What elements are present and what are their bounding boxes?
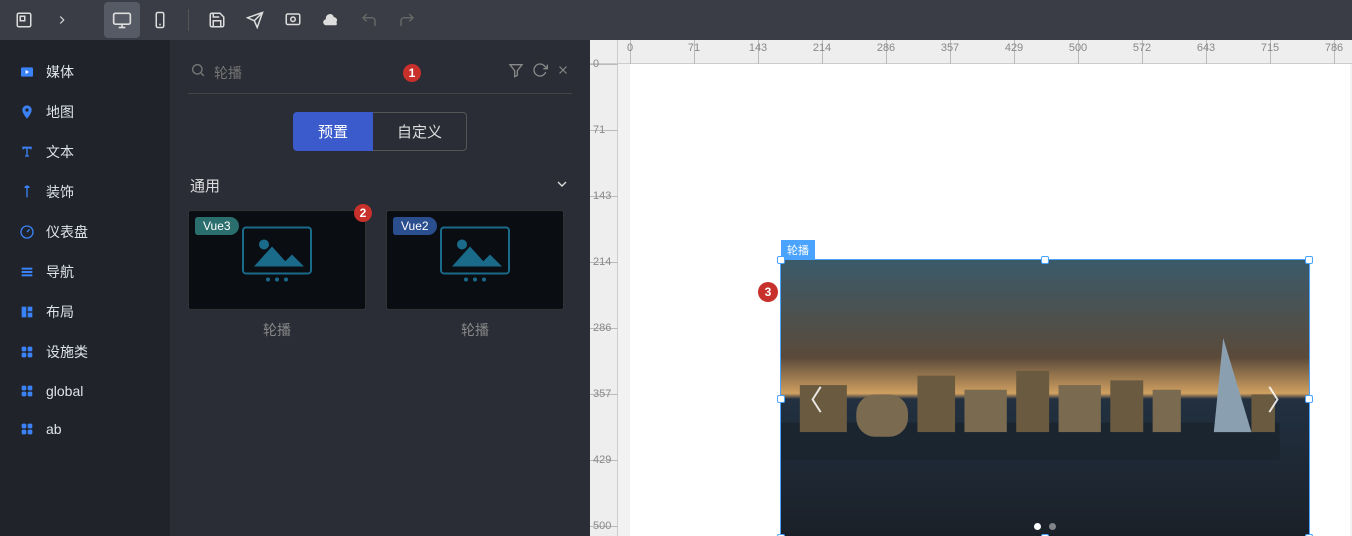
apps-icon (18, 343, 36, 361)
component-tag: 轮播 (781, 240, 815, 260)
apps-icon (18, 420, 36, 438)
image-icon (242, 226, 312, 287)
nav-label: 设施类 (46, 342, 88, 362)
annotation-badge-3: 3 (758, 282, 778, 302)
design-page[interactable]: 轮播 〈 〉 (630, 64, 1350, 536)
desktop-view-button[interactable] (104, 2, 140, 38)
nav-label: global (46, 383, 83, 399)
list-icon (18, 263, 36, 281)
cloud-upload-button[interactable] (313, 2, 349, 38)
refresh-icon[interactable] (532, 62, 548, 83)
nav-label: 媒体 (46, 62, 74, 82)
nav-label: 导航 (46, 262, 74, 282)
topbar (0, 0, 1352, 40)
carousel-next-button[interactable]: 〉 (1267, 379, 1295, 419)
gauge-icon (18, 223, 36, 241)
horizontal-ruler: 071143214286357429500572643715786 (618, 40, 1352, 64)
nav-label: 仪表盘 (46, 222, 88, 242)
component-card[interactable]: 2 Vue3 轮播 (188, 210, 366, 350)
vertical-ruler: 071143214286357429500 (590, 64, 618, 536)
save-button[interactable] (199, 2, 235, 38)
nav-text[interactable]: 文本 (0, 132, 170, 172)
left-nav: 媒体 地图 文本 装饰 仪表盘 导航 布局 设施类 global ab (0, 40, 170, 536)
card-label: 轮播 (188, 310, 366, 350)
apps-icon (18, 382, 36, 400)
pin-icon (18, 103, 36, 121)
tab-preset[interactable]: 预置 (293, 112, 373, 151)
chevron-down-icon (554, 176, 570, 196)
tab-custom[interactable]: 自定义 (373, 112, 467, 151)
logo-icon[interactable] (6, 2, 42, 38)
resize-handle[interactable] (777, 395, 785, 403)
image-icon (440, 226, 510, 287)
filter-icon[interactable] (508, 62, 524, 83)
component-card[interactable]: Vue2 轮播 (386, 210, 564, 350)
card-thumb: Vue3 (188, 210, 366, 310)
annotation-badge-2: 2 (354, 204, 372, 222)
preview-button[interactable] (275, 2, 311, 38)
search-row: 1 (188, 58, 572, 94)
resize-handle[interactable] (777, 256, 785, 264)
card-thumb: Vue2 (386, 210, 564, 310)
text-icon (18, 143, 36, 161)
separator (188, 9, 189, 31)
skyline-graphic (781, 338, 1280, 460)
mobile-view-button[interactable] (142, 2, 178, 38)
nav-map[interactable]: 地图 (0, 92, 170, 132)
group-title: 通用 (190, 175, 220, 196)
component-panel: 1 预置 自定义 通用 2 Vue3 轮播 (170, 40, 590, 536)
search-input[interactable] (214, 65, 395, 81)
group-header[interactable]: 通用 (188, 175, 572, 196)
nav-gauge[interactable]: 仪表盘 (0, 212, 170, 252)
resize-handle[interactable] (1305, 256, 1313, 264)
undo-button[interactable] (351, 2, 387, 38)
carousel-dot[interactable] (1034, 523, 1041, 530)
search-icon (190, 62, 206, 83)
nav-global[interactable]: global (0, 372, 170, 410)
panel-tabs: 预置 自定义 (188, 112, 572, 151)
send-button[interactable] (237, 2, 273, 38)
nav-navigation[interactable]: 导航 (0, 252, 170, 292)
nav-facility[interactable]: 设施类 (0, 332, 170, 372)
nav-media[interactable]: 媒体 (0, 52, 170, 92)
nav-label: 文本 (46, 142, 74, 162)
carousel-image: 〈 〉 (781, 260, 1309, 536)
canvas[interactable]: 071143214286357429500572643715786 071143… (590, 40, 1352, 536)
vue-tag: Vue3 (195, 217, 239, 235)
nav-ab[interactable]: ab (0, 410, 170, 448)
annotation-badge-1: 1 (403, 64, 421, 82)
card-grid: 2 Vue3 轮播 Vue2 轮播 (188, 210, 572, 350)
card-label: 轮播 (386, 310, 564, 350)
layout-icon (18, 303, 36, 321)
decor-icon (18, 183, 36, 201)
nav-label: 布局 (46, 302, 74, 322)
nav-label: 地图 (46, 102, 74, 122)
carousel-dot[interactable] (1049, 523, 1056, 530)
play-icon (18, 63, 36, 81)
resize-handle[interactable] (1305, 395, 1313, 403)
redo-button[interactable] (389, 2, 425, 38)
carousel-dots (1034, 523, 1056, 530)
nav-decor[interactable]: 装饰 (0, 172, 170, 212)
chevron-right-icon[interactable] (44, 2, 80, 38)
nav-layout[interactable]: 布局 (0, 292, 170, 332)
vue-tag: Vue2 (393, 217, 437, 235)
nav-label: ab (46, 421, 62, 437)
resize-handle[interactable] (1041, 256, 1049, 264)
carousel-prev-button[interactable]: 〈 (795, 379, 823, 419)
carousel-component[interactable]: 轮播 〈 〉 (780, 259, 1310, 536)
close-icon[interactable] (556, 63, 570, 82)
nav-label: 装饰 (46, 182, 74, 202)
